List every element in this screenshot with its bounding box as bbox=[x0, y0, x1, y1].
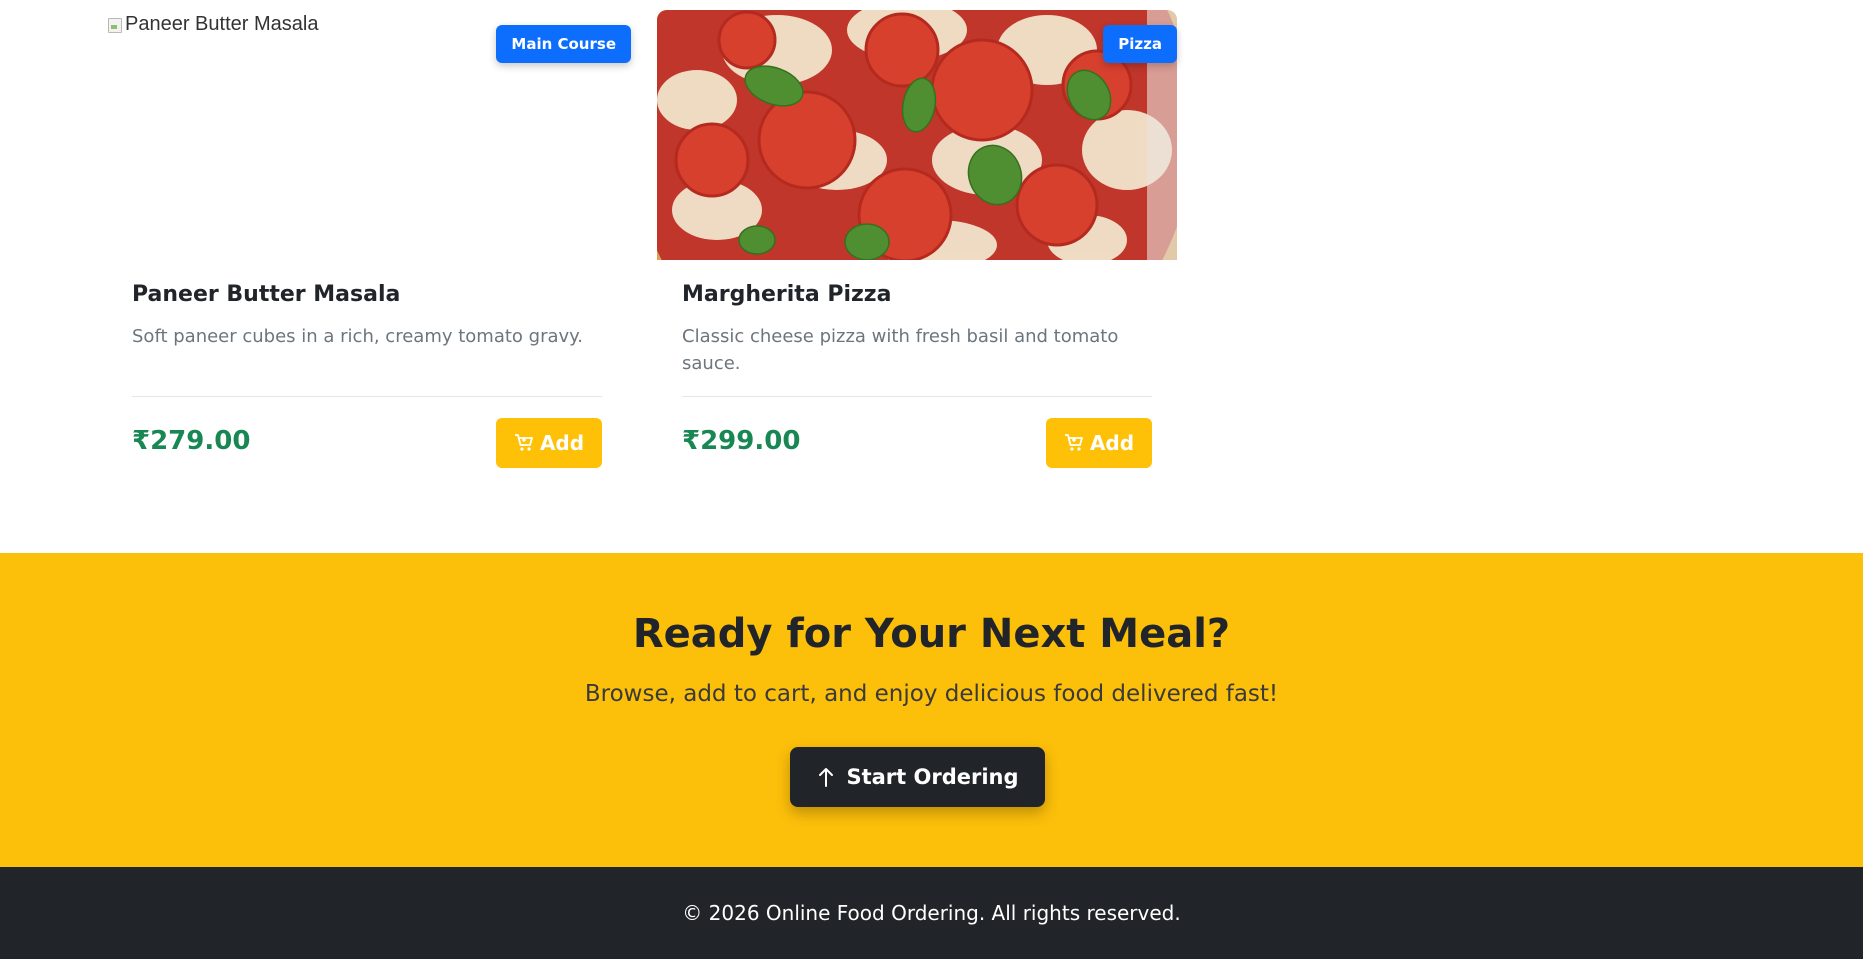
image-alt-text: Paneer Butter Masala bbox=[125, 13, 319, 35]
footer: © 2026 Online Food Ordering. All rights … bbox=[0, 867, 1863, 959]
start-ordering-label: Start Ordering bbox=[846, 765, 1019, 789]
product-description: Soft paneer cubes in a rich, creamy toma… bbox=[132, 326, 583, 347]
product-card: Pizza Margherita Pizza Classic cheese pi… bbox=[657, 10, 1177, 480]
broken-image-icon bbox=[107, 17, 123, 33]
cta-section: Ready for Your Next Meal? Browse, add to… bbox=[0, 553, 1863, 867]
product-description: Classic cheese pizza with fresh basil an… bbox=[682, 326, 1119, 374]
category-badge: Pizza bbox=[1103, 25, 1177, 63]
product-image bbox=[657, 10, 1177, 260]
cta-subtitle: Browse, add to cart, and enjoy delicious… bbox=[584, 681, 1279, 707]
product-price: ₹299.00 bbox=[682, 426, 801, 456]
card-divider bbox=[132, 396, 602, 397]
pizza-photo bbox=[657, 10, 1177, 260]
arrow-up-icon bbox=[819, 768, 834, 787]
product-card: Paneer Butter Masala Main Course Paneer … bbox=[107, 10, 631, 480]
card-body: Margherita Pizza Classic cheese pizza wi… bbox=[682, 282, 1152, 377]
add-to-cart-button[interactable]: Add bbox=[1046, 418, 1152, 468]
product-title: Paneer Butter Masala bbox=[132, 282, 401, 307]
add-button-label: Add bbox=[1089, 431, 1135, 455]
category-badge: Main Course bbox=[496, 25, 631, 63]
add-button-label: Add bbox=[539, 431, 585, 455]
card-body: Paneer Butter Masala Soft paneer cubes i… bbox=[132, 282, 602, 377]
cta-title: Ready for Your Next Meal? bbox=[632, 611, 1231, 657]
add-to-cart-button[interactable]: Add bbox=[496, 418, 602, 468]
start-ordering-button[interactable]: Start Ordering bbox=[790, 747, 1045, 807]
footer-copyright: © 2026 Online Food Ordering. All rights … bbox=[682, 901, 1181, 925]
product-title: Margherita Pizza bbox=[682, 282, 892, 307]
cart-icon bbox=[514, 434, 533, 451]
product-grid: Paneer Butter Masala Main Course Paneer … bbox=[107, 10, 1217, 530]
cart-icon bbox=[1064, 434, 1083, 451]
card-divider bbox=[682, 396, 1152, 397]
product-price: ₹279.00 bbox=[132, 426, 251, 456]
